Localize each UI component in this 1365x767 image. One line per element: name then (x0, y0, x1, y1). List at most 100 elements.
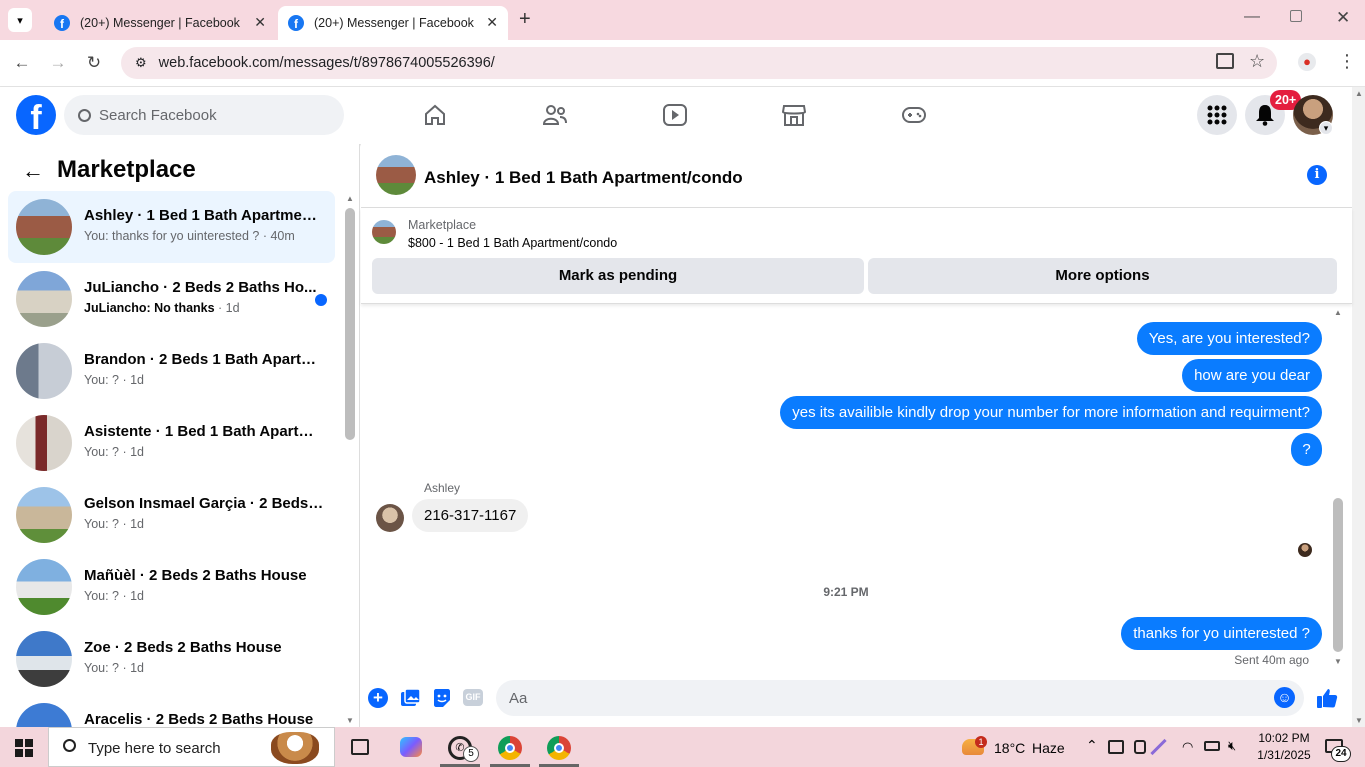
back-button[interactable]: ← (9, 51, 35, 75)
conversation-title: Zoe · 2 Beds 2 Baths House (84, 639, 282, 656)
gaming-icon[interactable] (901, 105, 927, 125)
listing-thumbnail (16, 487, 72, 543)
chrome-icon[interactable] (498, 736, 522, 760)
meet-icon[interactable] (1134, 740, 1146, 754)
address-bar[interactable]: ⚙ web.facebook.com/messages/t/8978674005… (121, 47, 1277, 79)
facebook-logo-icon[interactable]: f (16, 95, 56, 135)
bell-icon (1256, 105, 1274, 126)
marketplace-conversation-list: ← Marketplace Ashley · 1 Bed 1 Bath Apar… (0, 144, 360, 727)
conversation-item[interactable]: Ashley · 1 Bed 1 Bath Apartment... You: … (8, 191, 335, 263)
chat-window: Ashley · 1 Bed 1 Bath Apartment/condo i … (361, 144, 1352, 727)
back-arrow-icon[interactable]: ← (22, 158, 44, 184)
conversation-item[interactable]: Asistente · 1 Bed 1 Bath Apartm... You: … (8, 407, 335, 479)
facebook-favicon-icon: f (54, 15, 70, 31)
task-view-icon[interactable] (351, 739, 369, 755)
conversation-item[interactable]: Brandon · 2 Beds 1 Bath Apartm... You: ?… (8, 335, 335, 407)
weather-condition[interactable]: Haze (1032, 740, 1065, 756)
more-options-button[interactable]: More options (868, 258, 1337, 294)
message-input-placeholder: Aa (509, 690, 528, 707)
sticker-icon[interactable] (432, 688, 452, 708)
mark-as-pending-button[interactable]: Mark as pending (372, 258, 864, 294)
profile-icon[interactable]: ● (1298, 53, 1316, 71)
conversation-item[interactable]: Gelson Insmael Garçia · 2 Beds ... You: … (8, 479, 335, 551)
info-icon[interactable]: i (1307, 165, 1327, 185)
more-actions-icon[interactable]: + (368, 688, 388, 708)
conversation-item[interactable]: Mañùèl · 2 Beds 2 Baths House You: ? · 1… (8, 551, 335, 623)
search-box[interactable]: Search Facebook (64, 95, 344, 135)
chrome-profile-icon[interactable] (547, 736, 571, 760)
chat-avatar[interactable] (376, 155, 416, 195)
listing-thumbnail (16, 559, 72, 615)
gif-icon[interactable]: GIF (463, 689, 483, 706)
new-tab-button[interactable]: + (519, 8, 531, 31)
battery-icon[interactable] (1204, 741, 1220, 751)
chat-title[interactable]: Ashley · 1 Bed 1 Bath Apartment/condo (424, 168, 743, 188)
restore-button[interactable] (1290, 10, 1302, 22)
sent-status: Sent 40m ago (1234, 653, 1309, 667)
attach-photo-icon[interactable] (400, 688, 421, 708)
incoming-message[interactable]: 216-317-1167 (412, 499, 529, 532)
conversation-item[interactable]: JuLiancho · 2 Beds 2 Baths Ho... JuLianc… (8, 263, 335, 335)
outgoing-message[interactable]: thanks for yo uinterested ? (1121, 617, 1322, 650)
tab-list-dropdown[interactable]: ▾ (8, 8, 32, 32)
close-tab-icon[interactable]: ✕ (486, 14, 498, 31)
grid-icon (1207, 105, 1227, 125)
whatsapp-badge: 5 (463, 746, 479, 762)
conversation-item[interactable]: Aracelis · 2 Beds 2 Baths House (8, 695, 335, 727)
browser-tab-bar: ▾ f (20+) Messenger | Facebook ✕ f (20+)… (0, 0, 1365, 40)
marketplace-icon[interactable] (781, 103, 807, 127)
sidebar-scrollbar[interactable]: ▲ ▼ (343, 192, 357, 727)
conversation-preview: You: ? · 1d (84, 661, 145, 675)
sender-avatar[interactable] (376, 504, 404, 532)
windows-taskbar: Type here to search ✆ 5 1 18°C Haze ⌃ ◠ … (0, 727, 1365, 767)
friends-icon[interactable] (542, 103, 568, 127)
video-icon[interactable] (662, 103, 688, 127)
taskbar-search-box[interactable]: Type here to search (48, 727, 335, 767)
chat-scrollbar[interactable]: ▲ ▼ (1331, 306, 1345, 668)
install-app-icon[interactable] (1216, 53, 1234, 69)
emoji-icon[interactable]: ☺ (1274, 687, 1295, 708)
bookmark-star-icon[interactable]: ☆ (1249, 51, 1265, 72)
search-icon (63, 739, 76, 752)
listing-thumbnail (16, 343, 72, 399)
windows-start-icon[interactable] (15, 739, 33, 757)
show-hidden-icons-icon[interactable]: ⌃ (1086, 737, 1098, 754)
message-input[interactable]: Aa ☺ (496, 680, 1304, 716)
listing-detail[interactable]: $800 - 1 Bed 1 Bath Apartment/condo (408, 236, 617, 250)
conversation-preview: You: thanks for yo uinterested ? · 40m (84, 229, 295, 243)
tab-title: (20+) Messenger | Facebook (80, 16, 240, 30)
outgoing-message[interactable]: how are you dear (1182, 359, 1322, 392)
close-tab-icon[interactable]: ✕ (254, 14, 266, 31)
pen-icon[interactable] (1150, 738, 1167, 756)
account-chevron-icon[interactable]: ▾ (1319, 121, 1333, 135)
unread-dot (315, 294, 327, 306)
close-window-button[interactable]: ✕ (1336, 8, 1350, 28)
reload-button[interactable]: ↻ (81, 51, 107, 75)
home-icon[interactable] (423, 103, 447, 127)
menu-grid-button[interactable] (1197, 95, 1237, 135)
tab-messenger-1[interactable]: f (20+) Messenger | Facebook ✕ (40, 6, 276, 40)
clock-time[interactable]: 10:02 PM (1254, 731, 1314, 745)
site-info-icon[interactable]: ⚙ (135, 55, 147, 71)
wifi-icon[interactable]: ◠ (1182, 739, 1193, 755)
tab-title: (20+) Messenger | Facebook (314, 16, 474, 30)
conversation-title: Ashley · 1 Bed 1 Bath Apartment... (84, 207, 324, 224)
page-scrollbar[interactable]: ▲ ▼ (1352, 87, 1365, 727)
volume-muted-icon[interactable]: 🔇︎ (1228, 738, 1236, 754)
outgoing-message[interactable]: Yes, are you interested? (1136, 322, 1322, 355)
copilot-icon[interactable] (400, 737, 422, 757)
outgoing-message[interactable]: yes its availible kindly drop your numbe… (780, 396, 1322, 429)
temperature[interactable]: 18°C (994, 740, 1025, 756)
like-icon[interactable] (1316, 687, 1338, 709)
weather-alert-badge: 1 (975, 736, 987, 748)
clock-date[interactable]: 1/31/2025 (1251, 748, 1317, 762)
tab-messenger-2[interactable]: f (20+) Messenger | Facebook ✕ (278, 6, 508, 40)
conversation-item[interactable]: Zoe · 2 Beds 2 Baths House You: ? · 1d (8, 623, 335, 695)
minimize-button[interactable]: — (1244, 8, 1260, 26)
tray-app-icon[interactable] (1108, 740, 1124, 754)
outgoing-message[interactable]: ? (1291, 433, 1322, 466)
read-receipt-avatar (1298, 543, 1312, 557)
forward-button[interactable]: → (45, 51, 71, 75)
listing-thumbnail[interactable] (372, 220, 396, 244)
browser-menu-icon[interactable]: ⋮ (1338, 51, 1356, 72)
